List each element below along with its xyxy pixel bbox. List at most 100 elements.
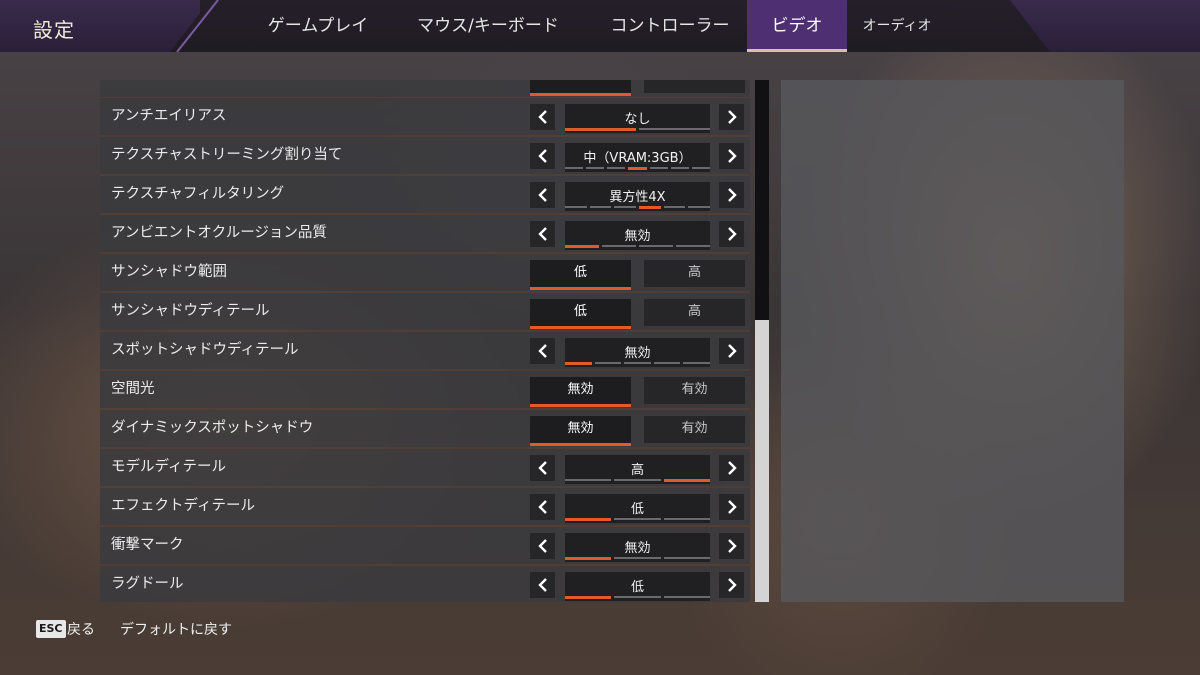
setting-row-model-detail: モデルディテール 高	[100, 449, 750, 488]
chevron-right-icon	[727, 188, 737, 202]
option-high-button[interactable]: 高	[644, 299, 745, 326]
option-selector[interactable]: 中（VRAM:3GB）	[565, 143, 710, 172]
page-title: 設定	[33, 18, 75, 42]
option-selector[interactable]: 無効	[565, 221, 710, 250]
selected-value: 無効	[624, 541, 651, 556]
selected-value: 低	[630, 580, 644, 595]
option-low-button[interactable]: 低	[530, 260, 631, 290]
reset-defaults-button[interactable]: デフォルトに戻す	[120, 619, 232, 639]
prev-option-button[interactable]	[530, 182, 555, 208]
level-indicator	[565, 167, 710, 170]
option-selector[interactable]: 高	[565, 455, 710, 484]
chevron-left-icon	[537, 227, 547, 241]
selected-value: 無効	[624, 346, 651, 361]
setting-label: ラグドール	[111, 576, 184, 592]
setting-label: スポットシャドウディテール	[111, 342, 299, 358]
tab-controller[interactable]: コントローラー	[597, 0, 743, 52]
level-indicator	[565, 557, 710, 560]
selected-value: 中（VRAM:3GB）	[583, 151, 692, 166]
header-decoration	[1010, 0, 1200, 52]
setting-row-volumetric-lighting: 空間光 無効 有効	[100, 371, 750, 410]
prev-option-button[interactable]	[530, 455, 555, 481]
setting-label: サンシャドウ範囲	[111, 264, 227, 280]
option-selector[interactable]: 低	[565, 494, 710, 523]
level-indicator	[565, 362, 710, 365]
setting-row-impact-marks: 衝撃マーク 無効	[100, 527, 750, 566]
setting-label: テクスチャフィルタリング	[111, 186, 285, 202]
setting-row-ragdolls: ラグドール 低	[100, 566, 750, 602]
chevron-left-icon	[537, 539, 547, 553]
chevron-left-icon	[537, 500, 547, 514]
prev-option-button[interactable]	[530, 533, 555, 559]
setting-row-sun-shadow-detail: サンシャドウディテール 低 高	[100, 293, 750, 332]
setting-label: モデルディテール	[111, 459, 226, 475]
tab-video[interactable]: ビデオ	[747, 0, 847, 52]
settings-row	[100, 80, 750, 99]
option-enabled-button[interactable]: 有効	[644, 377, 745, 404]
chevron-right-icon	[727, 344, 737, 358]
setting-preview-panel	[781, 80, 1124, 602]
next-option-button[interactable]	[719, 494, 744, 520]
chevron-right-icon	[727, 227, 737, 241]
chevron-right-icon	[727, 500, 737, 514]
setting-row-texture-streaming-budget: テクスチャストリーミング割り当て 中（VRAM:3GB）	[100, 137, 750, 176]
selected-value: 異方性4X	[609, 190, 666, 205]
option-disabled-button[interactable]: 無効	[530, 377, 631, 407]
prev-option-button[interactable]	[530, 494, 555, 520]
option-enabled-button[interactable]: 有効	[644, 416, 745, 443]
option-selector[interactable]: 異方性4X	[565, 182, 711, 211]
tab-mouse-keyboard[interactable]: マウス/キーボード	[398, 0, 578, 52]
option-selector[interactable]: なし	[565, 104, 710, 133]
level-indicator	[565, 479, 710, 482]
setting-label: テクスチャストリーミング割り当て	[111, 147, 343, 163]
next-option-button[interactable]	[719, 572, 744, 598]
chevron-left-icon	[537, 110, 547, 124]
option-button[interactable]	[530, 80, 631, 96]
setting-label: アンチエイリアス	[111, 108, 227, 124]
next-option-button[interactable]	[719, 143, 744, 169]
video-settings-list: アンチエイリアス なし テクスチャストリーミング割り当て 中（VRAM:3GB）…	[100, 80, 750, 602]
next-option-button[interactable]	[719, 338, 744, 364]
scrollbar-thumb[interactable]	[755, 320, 769, 602]
option-selector[interactable]: 無効	[565, 533, 710, 562]
option-selector[interactable]: 無効	[565, 338, 710, 367]
setting-row-spot-shadow-detail: スポットシャドウディテール 無効	[100, 332, 750, 371]
prev-option-button[interactable]	[530, 221, 555, 247]
option-low-button[interactable]: 低	[530, 299, 631, 329]
option-disabled-button[interactable]: 無効	[530, 416, 631, 446]
next-option-button[interactable]	[719, 104, 744, 130]
setting-row-effects-detail: エフェクトディテール 低	[100, 488, 750, 527]
chevron-left-icon	[537, 149, 547, 163]
back-button[interactable]: 戻る	[67, 619, 95, 639]
option-selector[interactable]: 低	[565, 572, 710, 601]
next-option-button[interactable]	[719, 182, 744, 208]
setting-label: 衝撃マーク	[111, 537, 184, 553]
level-indicator	[565, 206, 711, 209]
chevron-left-icon	[537, 578, 547, 592]
prev-option-button[interactable]	[530, 143, 555, 169]
setting-row-texture-filtering: テクスチャフィルタリング 異方性4X	[100, 176, 750, 215]
settings-scrollbar[interactable]	[755, 80, 769, 602]
setting-row-ambient-occlusion: アンビエントオクルージョン品質 無効	[100, 215, 750, 254]
next-option-button[interactable]	[719, 455, 744, 481]
prev-option-button[interactable]	[530, 572, 555, 598]
prev-option-button[interactable]	[530, 104, 555, 130]
chevron-left-icon	[537, 461, 547, 475]
tab-audio[interactable]: オーディオ	[856, 0, 938, 52]
next-option-button[interactable]	[719, 533, 744, 559]
setting-label: サンシャドウディテール	[111, 303, 270, 319]
setting-label: アンビエントオクルージョン品質	[111, 225, 327, 241]
option-high-button[interactable]: 高	[644, 260, 745, 287]
setting-row-anti-aliasing: アンチエイリアス なし	[100, 98, 750, 137]
setting-label: 空間光	[111, 381, 155, 397]
chevron-left-icon	[537, 344, 547, 358]
next-option-button[interactable]	[719, 221, 744, 247]
prev-option-button[interactable]	[530, 338, 555, 364]
selected-value: 高	[630, 463, 644, 478]
setting-label: ダイナミックスポットシャドウ	[111, 420, 314, 436]
option-button[interactable]	[644, 80, 745, 93]
tab-gameplay[interactable]: ゲームプレイ	[248, 0, 388, 52]
top-nav-bar: 設定 ゲームプレイ マウス/キーボード コントローラー ビデオ オーディオ	[0, 0, 1200, 52]
setting-row-dynamic-spot-shadows: ダイナミックスポットシャドウ 無効 有効	[100, 410, 750, 449]
title-block	[0, 0, 200, 52]
